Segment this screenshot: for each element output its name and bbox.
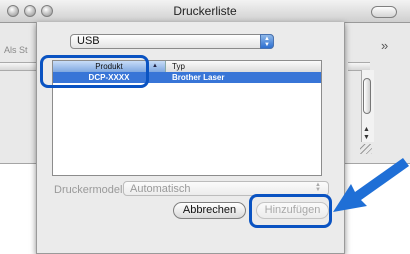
printer-model-label: Druckermodell: bbox=[54, 184, 128, 196]
window-title: Druckerliste bbox=[173, 4, 237, 18]
popup-arrows-icon[interactable]: ▲ ▼ bbox=[260, 34, 274, 49]
cell-type[interactable]: Brother Laser bbox=[172, 72, 224, 83]
connection-type-popup[interactable] bbox=[70, 34, 274, 49]
pointer-arrow-icon bbox=[333, 158, 409, 212]
sort-ascending-icon: ▲ bbox=[152, 63, 158, 69]
background-list-header bbox=[0, 62, 38, 71]
scroll-up-icon[interactable]: ▲ bbox=[363, 126, 370, 133]
scrollbar-thumb[interactable] bbox=[363, 78, 371, 114]
toolbar-toggle-button[interactable] bbox=[371, 6, 397, 18]
model-popup-arrows-icon: ▲ ▼ bbox=[315, 182, 321, 193]
scroll-down-icon[interactable]: ▼ bbox=[363, 134, 370, 141]
resize-grip-icon[interactable] bbox=[360, 144, 372, 154]
toolbar-overflow-icon[interactable]: » bbox=[381, 38, 388, 53]
background-column-text: Als St bbox=[4, 45, 28, 55]
cancel-button[interactable]: Abbrechen bbox=[173, 202, 246, 219]
highlight-add-oval bbox=[249, 194, 332, 228]
highlight-product-oval bbox=[40, 55, 149, 88]
printer-model-value: Automatisch bbox=[130, 183, 191, 195]
connection-type-value: USB bbox=[77, 35, 100, 47]
column-header-type[interactable]: Typ bbox=[172, 61, 185, 72]
